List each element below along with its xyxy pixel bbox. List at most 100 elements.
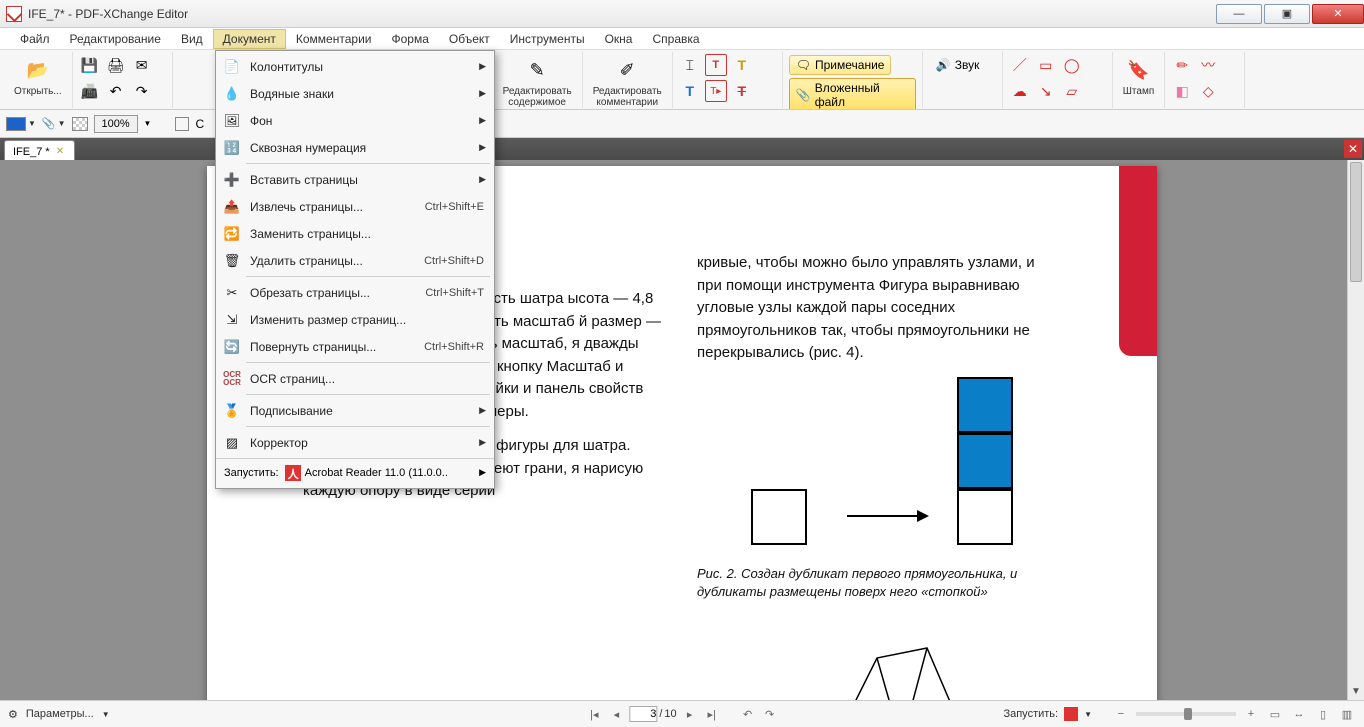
menu-item-колонтитулы[interactable]: 📄Колонтитулы▶ bbox=[216, 53, 494, 80]
menu-item-повернуть-страницы-[interactable]: 🔄Повернуть страницы...Ctrl+Shift+R bbox=[216, 333, 494, 360]
menu-item-вставить-страницы[interactable]: ➕Вставить страницы▶ bbox=[216, 166, 494, 193]
menu-item-ocr-страниц-[interactable]: OCROCROCR страниц... bbox=[216, 365, 494, 392]
opacity-input[interactable] bbox=[94, 115, 138, 133]
zoom-in-button[interactable]: + bbox=[1242, 705, 1260, 723]
text-callout-icon[interactable]: T▸ bbox=[705, 80, 727, 102]
doc-tab-active[interactable]: IFE_7 * ✕ bbox=[4, 140, 75, 160]
title-bar: IFE_7* - PDF-XChange Editor — ▣ ✕ bbox=[0, 0, 1364, 28]
zoom-slider[interactable] bbox=[1136, 712, 1236, 716]
next-page-button[interactable]: ▸ bbox=[681, 705, 699, 723]
strikeout-icon[interactable]: T bbox=[731, 80, 753, 102]
line-icon[interactable]: ／ bbox=[1009, 54, 1031, 76]
menu-object[interactable]: Объект bbox=[439, 29, 500, 49]
minimize-button[interactable]: — bbox=[1216, 4, 1262, 24]
zoom-out-button[interactable]: − bbox=[1112, 705, 1130, 723]
highlight-t-icon[interactable]: T bbox=[731, 54, 753, 76]
menu-file[interactable]: Файл bbox=[10, 29, 60, 49]
menu-comments[interactable]: Комментарии bbox=[286, 29, 382, 49]
text-tools-group: ⌶ T T T T▸ T bbox=[673, 52, 783, 108]
nav-back-button[interactable]: ↶ bbox=[739, 705, 757, 723]
continuous-button[interactable]: ▥ bbox=[1338, 705, 1356, 723]
edit-content-button[interactable]: ✎ Редактироватьсодержимое bbox=[499, 54, 576, 110]
print-button[interactable]: 🖨 bbox=[105, 54, 127, 76]
undo-button[interactable]: ↶ bbox=[105, 80, 127, 102]
select-text-icon[interactable]: ⌶ bbox=[679, 54, 701, 76]
nav-fwd-button[interactable]: ↷ bbox=[761, 705, 779, 723]
prev-page-button[interactable]: ◂ bbox=[607, 705, 625, 723]
close-window-button[interactable]: ✕ bbox=[1312, 4, 1364, 24]
cloud-icon[interactable]: ☁ bbox=[1009, 80, 1031, 102]
acrobat-icon: 人 bbox=[285, 465, 301, 481]
pencil-icon[interactable]: ✏ bbox=[1171, 54, 1193, 76]
menu-item-обрезать-страницы-[interactable]: ✂Обрезать страницы...Ctrl+Shift+T bbox=[216, 279, 494, 306]
menu-item-label: Сквозная нумерация bbox=[250, 141, 366, 155]
menu-item-корректор[interactable]: ▨Корректор▶ bbox=[216, 429, 494, 456]
edit-comments-button[interactable]: ✐ Редактироватькомментарии bbox=[589, 54, 666, 110]
stamp-button[interactable]: 🔖 Штамп bbox=[1119, 54, 1158, 99]
menu-view[interactable]: Вид bbox=[171, 29, 213, 49]
submenu-arrow-icon: ▶ bbox=[479, 405, 486, 416]
menu-windows[interactable]: Окна bbox=[595, 29, 643, 49]
menu-item-извлечь-страницы-[interactable]: 📤Извлечь страницы...Ctrl+Shift+E bbox=[216, 193, 494, 220]
email-button[interactable]: ✉ bbox=[131, 54, 153, 76]
redo-button[interactable]: ↷ bbox=[131, 80, 153, 102]
attach-style[interactable]: 📎▼ bbox=[42, 117, 66, 130]
attachment-label: Вложенный файл bbox=[815, 81, 909, 109]
sound-button[interactable]: 🔊 Звук bbox=[929, 55, 987, 75]
menu-item-icon: 🏅 bbox=[222, 401, 242, 421]
menu-item-подписывание[interactable]: 🏅Подписывание▶ bbox=[216, 397, 494, 424]
save-button[interactable]: 💾 bbox=[79, 54, 101, 76]
submenu-arrow-icon: ▶ bbox=[479, 115, 486, 126]
scroll-thumb[interactable] bbox=[1350, 162, 1362, 282]
keep-selected-checkbox[interactable] bbox=[175, 117, 189, 131]
first-page-button[interactable]: |◂ bbox=[585, 705, 603, 723]
menu-item-заменить-страницы-[interactable]: 🔁Заменить страницы... bbox=[216, 220, 494, 247]
close-all-tabs-button[interactable]: ✕ bbox=[1344, 140, 1362, 158]
acrobat-small-icon[interactable] bbox=[1064, 707, 1078, 721]
menu-form[interactable]: Форма bbox=[381, 29, 438, 49]
pencil-poly-icon[interactable]: 〰 bbox=[1197, 54, 1219, 76]
menu-tools[interactable]: Инструменты bbox=[500, 29, 595, 49]
file-ops-group: 💾 🖨 ✉ 📠 ↶ ↷ bbox=[73, 52, 173, 108]
menu-edit[interactable]: Редактирование bbox=[60, 29, 171, 49]
page-figure bbox=[697, 377, 1037, 557]
last-page-button[interactable]: ▸| bbox=[703, 705, 721, 723]
status-bar: ⚙ Параметры... ▼ |◂ ◂ /10 ▸ ▸| ↶ ↷ Запус… bbox=[0, 700, 1364, 727]
eraser-icon[interactable]: ◧ bbox=[1171, 80, 1193, 102]
page-navigator: |◂ ◂ /10 ▸ ▸| ↶ ↷ bbox=[585, 705, 778, 723]
menu-item-фон[interactable]: 🖼Фон▶ bbox=[216, 107, 494, 134]
menu-item-label: Колонтитулы bbox=[250, 60, 323, 74]
maximize-button[interactable]: ▣ bbox=[1264, 4, 1310, 24]
shape-eraser-icon[interactable]: ◇ bbox=[1197, 80, 1219, 102]
rect-icon[interactable]: ▭ bbox=[1035, 54, 1057, 76]
menu-help[interactable]: Справка bbox=[642, 29, 709, 49]
menu-item-удалить-страницы-[interactable]: 🗑Удалить страницы...Ctrl+Shift+D bbox=[216, 247, 494, 274]
scan-button[interactable]: 📠 bbox=[79, 80, 101, 102]
text-box-icon[interactable]: T bbox=[705, 54, 727, 76]
page-current-input[interactable] bbox=[629, 706, 657, 722]
launch-row[interactable]: Запустить: 人 Acrobat Reader 11.0 (11.0.0… bbox=[216, 458, 494, 486]
note-button[interactable]: 🗨 Примечание bbox=[789, 55, 892, 75]
oval-icon[interactable]: ◯ bbox=[1061, 54, 1083, 76]
menu-item-сквозная-нумерация[interactable]: 🔢Сквозная нумерация▶ bbox=[216, 134, 494, 161]
single-page-button[interactable]: ▯ bbox=[1314, 705, 1332, 723]
options-button[interactable]: Параметры... bbox=[26, 708, 94, 720]
menu-item-icon: 🔁 bbox=[222, 224, 242, 244]
polygon-icon[interactable]: ▱ bbox=[1061, 80, 1083, 102]
menu-document[interactable]: Документ bbox=[213, 29, 286, 49]
fill-color[interactable]: ▼ bbox=[6, 117, 36, 131]
arrow-icon[interactable]: ↘ bbox=[1035, 80, 1057, 102]
close-tab-icon[interactable]: ✕ bbox=[56, 146, 64, 157]
menu-item-изменить-размер-страниц-[interactable]: ⇲Изменить размер страниц... bbox=[216, 306, 494, 333]
menu-item-водяные-знаки[interactable]: 💧Водяные знаки▶ bbox=[216, 80, 494, 107]
typewriter-icon[interactable]: T bbox=[679, 80, 701, 102]
open-button[interactable]: 📂 Открыть... bbox=[10, 54, 66, 99]
menu-bar: Файл Редактирование Вид Документ Коммент… bbox=[0, 28, 1364, 50]
vertical-scrollbar[interactable]: ▲ ▼ bbox=[1347, 160, 1364, 700]
fit-width-button[interactable]: ↔ bbox=[1290, 705, 1308, 723]
opacity[interactable] bbox=[72, 117, 88, 131]
gear-icon[interactable]: ⚙ bbox=[8, 708, 18, 721]
scroll-down-icon[interactable]: ▼ bbox=[1348, 683, 1364, 700]
fit-page-button[interactable]: ▭ bbox=[1266, 705, 1284, 723]
attachment-button[interactable]: 📎 Вложенный файл bbox=[789, 78, 916, 110]
